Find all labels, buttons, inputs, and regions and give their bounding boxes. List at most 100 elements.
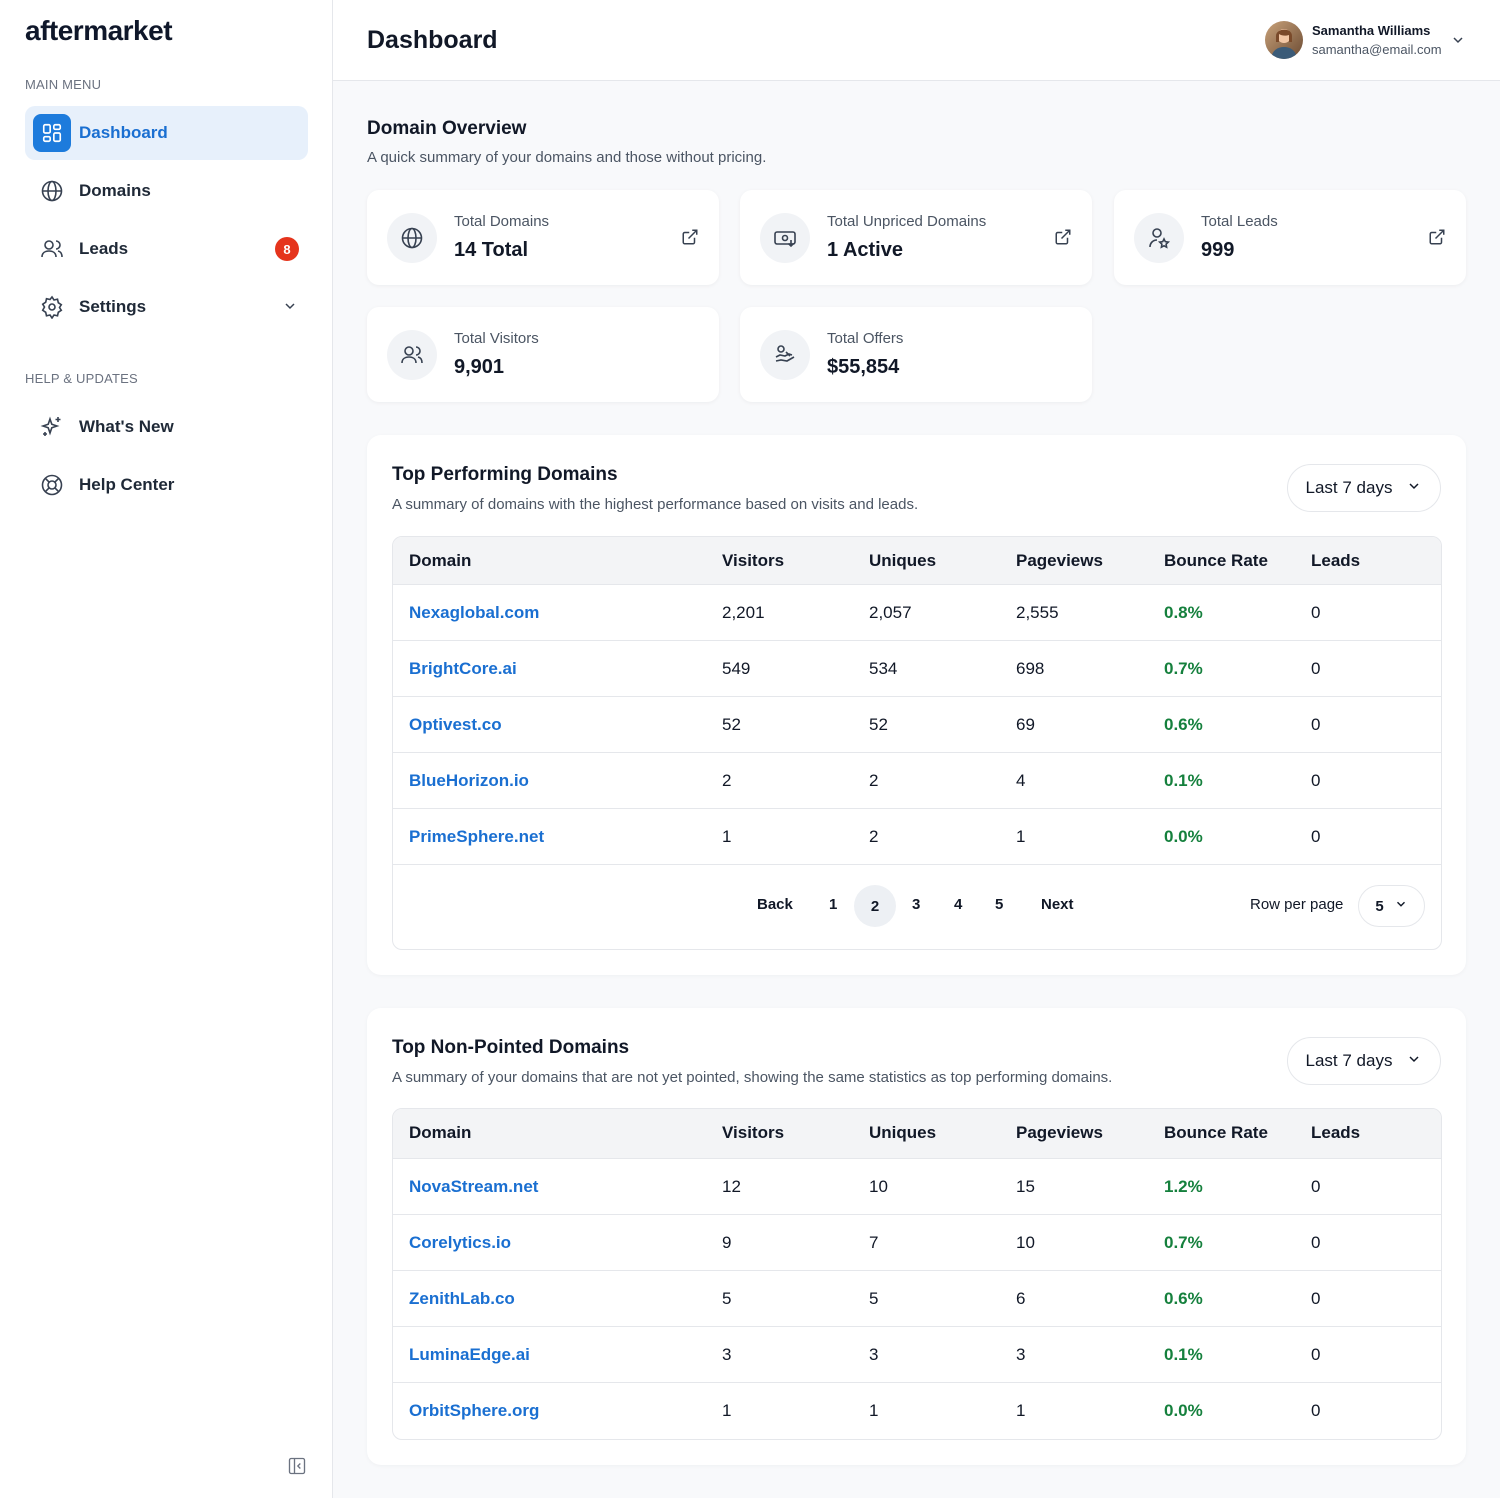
- stat-card-total-offers: Total Offers $55,854: [740, 307, 1092, 402]
- domain-link[interactable]: OrbitSphere.org: [409, 1401, 539, 1421]
- sidebar-item-domains[interactable]: Domains: [25, 164, 308, 218]
- rows-per-page-select[interactable]: 5: [1358, 885, 1425, 927]
- page-button-current[interactable]: 2: [854, 885, 896, 927]
- sidebar-item-whats-new[interactable]: What's New: [25, 400, 308, 454]
- uniques-cell: 534: [869, 659, 898, 678]
- date-range-select[interactable]: Last 7 days: [1287, 1037, 1441, 1085]
- date-range-select[interactable]: Last 7 days: [1287, 464, 1441, 512]
- domain-link[interactable]: Optivest.co: [409, 715, 502, 735]
- bounce-rate-cell: 0.6%: [1164, 715, 1203, 734]
- app-logo[interactable]: aftermarket: [25, 15, 173, 47]
- domain-link[interactable]: Corelytics.io: [409, 1233, 511, 1253]
- table-row: OrbitSphere.org 1 1 1 0.0% 0: [393, 1383, 1441, 1439]
- domain-link[interactable]: BrightCore.ai: [409, 659, 517, 679]
- column-header: Visitors: [722, 1123, 785, 1142]
- page-title: Dashboard: [367, 26, 498, 54]
- uniques-cell: 2: [869, 771, 879, 790]
- uniques-cell: 3: [869, 1345, 879, 1364]
- sidebar-item-label: Settings: [79, 297, 147, 316]
- domain-link[interactable]: NovaStream.net: [409, 1177, 538, 1197]
- stat-card-total-leads[interactable]: Total Leads 999: [1114, 190, 1466, 285]
- sidebar-item-help-center[interactable]: Help Center: [25, 458, 308, 512]
- table-row: Optivest.co 52 52 69 0.6% 0: [393, 697, 1441, 753]
- visitors-cell: 2,201: [722, 603, 765, 622]
- visitors-cell: 9: [722, 1233, 732, 1252]
- page-button[interactable]: 5: [995, 896, 1003, 913]
- sidebar: aftermarket MAIN MENU Dashboard Domains …: [0, 0, 333, 1498]
- table-row: NovaStream.net 12 10 15 1.2% 0: [393, 1159, 1441, 1215]
- main-menu-label: MAIN MENU: [25, 77, 102, 92]
- sidebar-item-label: Help Center: [79, 475, 175, 494]
- chevron-down-icon[interactable]: [1450, 32, 1466, 53]
- sparkles-icon: [33, 408, 71, 446]
- external-link-icon[interactable]: [681, 228, 699, 251]
- user-star-icon: [1134, 213, 1184, 263]
- page-button[interactable]: 4: [954, 896, 962, 913]
- leads-cell: 0: [1311, 603, 1321, 622]
- bounce-rate-cell: 0.6%: [1164, 1289, 1203, 1308]
- sidebar-item-leads[interactable]: Leads 8: [25, 222, 308, 276]
- users-icon: [387, 330, 437, 380]
- uniques-cell: 52: [869, 715, 888, 734]
- external-link-icon[interactable]: [1054, 228, 1072, 251]
- overview-title: Domain Overview: [367, 118, 527, 139]
- column-header: Uniques: [869, 1123, 937, 1142]
- panel-title: Top Performing Domains: [392, 464, 618, 485]
- table-row: PrimeSphere.net 1 2 1 0.0% 0: [393, 809, 1441, 865]
- table-row: BlueHorizon.io 2 2 4 0.1% 0: [393, 753, 1441, 809]
- domain-link[interactable]: Nexaglobal.com: [409, 603, 539, 623]
- page-button[interactable]: 1: [829, 896, 837, 913]
- lifebuoy-icon: [33, 466, 71, 504]
- domain-link[interactable]: PrimeSphere.net: [409, 827, 544, 847]
- leads-cell: 0: [1311, 1401, 1321, 1420]
- bounce-rate-cell: 0.1%: [1164, 1345, 1203, 1364]
- domain-link[interactable]: LuminaEdge.ai: [409, 1345, 530, 1365]
- column-header: Domain: [409, 1123, 472, 1142]
- uniques-cell: 10: [869, 1177, 888, 1196]
- date-range-value: Last 7 days: [1305, 478, 1393, 497]
- table-header: Domain Visitors Uniques Pageviews Bounce…: [393, 1109, 1441, 1159]
- visitors-cell: 2: [722, 771, 732, 790]
- panel-title: Top Non-Pointed Domains: [392, 1037, 630, 1058]
- leads-cell: 0: [1311, 659, 1321, 678]
- bounce-rate-cell: 0.0%: [1164, 1401, 1203, 1420]
- stat-label: Total Leads: [1201, 213, 1278, 230]
- chevron-down-icon[interactable]: [282, 298, 298, 319]
- column-header: Bounce Rate: [1164, 551, 1268, 570]
- avatar[interactable]: [1265, 21, 1303, 59]
- table-row: ZenithLab.co 5 5 6 0.6% 0: [393, 1271, 1441, 1327]
- stat-card-unpriced-domains[interactable]: Total Unpriced Domains 1 Active: [740, 190, 1092, 285]
- chevron-down-icon: [1406, 1051, 1422, 1072]
- visitors-cell: 549: [722, 659, 751, 678]
- external-link-icon[interactable]: [1428, 228, 1446, 251]
- collapse-sidebar-icon[interactable]: [287, 1456, 309, 1478]
- column-header: Leads: [1311, 551, 1361, 570]
- sidebar-item-settings[interactable]: Settings: [25, 280, 308, 334]
- pageviews-cell: 10: [1016, 1233, 1035, 1252]
- domain-link[interactable]: BlueHorizon.io: [409, 771, 529, 791]
- stat-value: 14 Total: [454, 239, 529, 261]
- column-header: Domain: [409, 551, 472, 570]
- pageviews-cell: 4: [1016, 771, 1026, 790]
- sidebar-item-dashboard[interactable]: Dashboard: [25, 106, 308, 160]
- chevron-down-icon: [1394, 897, 1408, 915]
- page-button[interactable]: 3: [912, 896, 920, 913]
- stat-card-total-domains[interactable]: Total Domains 14 Total: [367, 190, 719, 285]
- pagination-next[interactable]: Next: [1041, 896, 1074, 913]
- globe-icon: [33, 172, 71, 210]
- visitors-cell: 5: [722, 1289, 732, 1308]
- money-tag-icon: [760, 213, 810, 263]
- dashboard-icon: [33, 114, 71, 152]
- pagination-back[interactable]: Back: [757, 896, 793, 913]
- hand-money-icon: [760, 330, 810, 380]
- column-header: Uniques: [869, 551, 937, 570]
- pageviews-cell: 6: [1016, 1289, 1026, 1308]
- bounce-rate-cell: 1.2%: [1164, 1177, 1203, 1196]
- stat-value: $55,854: [827, 356, 900, 378]
- globe-icon: [387, 213, 437, 263]
- stat-value: 999: [1201, 239, 1235, 261]
- sidebar-item-label: Domains: [79, 181, 151, 200]
- pageviews-cell: 69: [1016, 715, 1035, 734]
- domain-link[interactable]: ZenithLab.co: [409, 1289, 515, 1309]
- users-icon: [33, 230, 71, 268]
